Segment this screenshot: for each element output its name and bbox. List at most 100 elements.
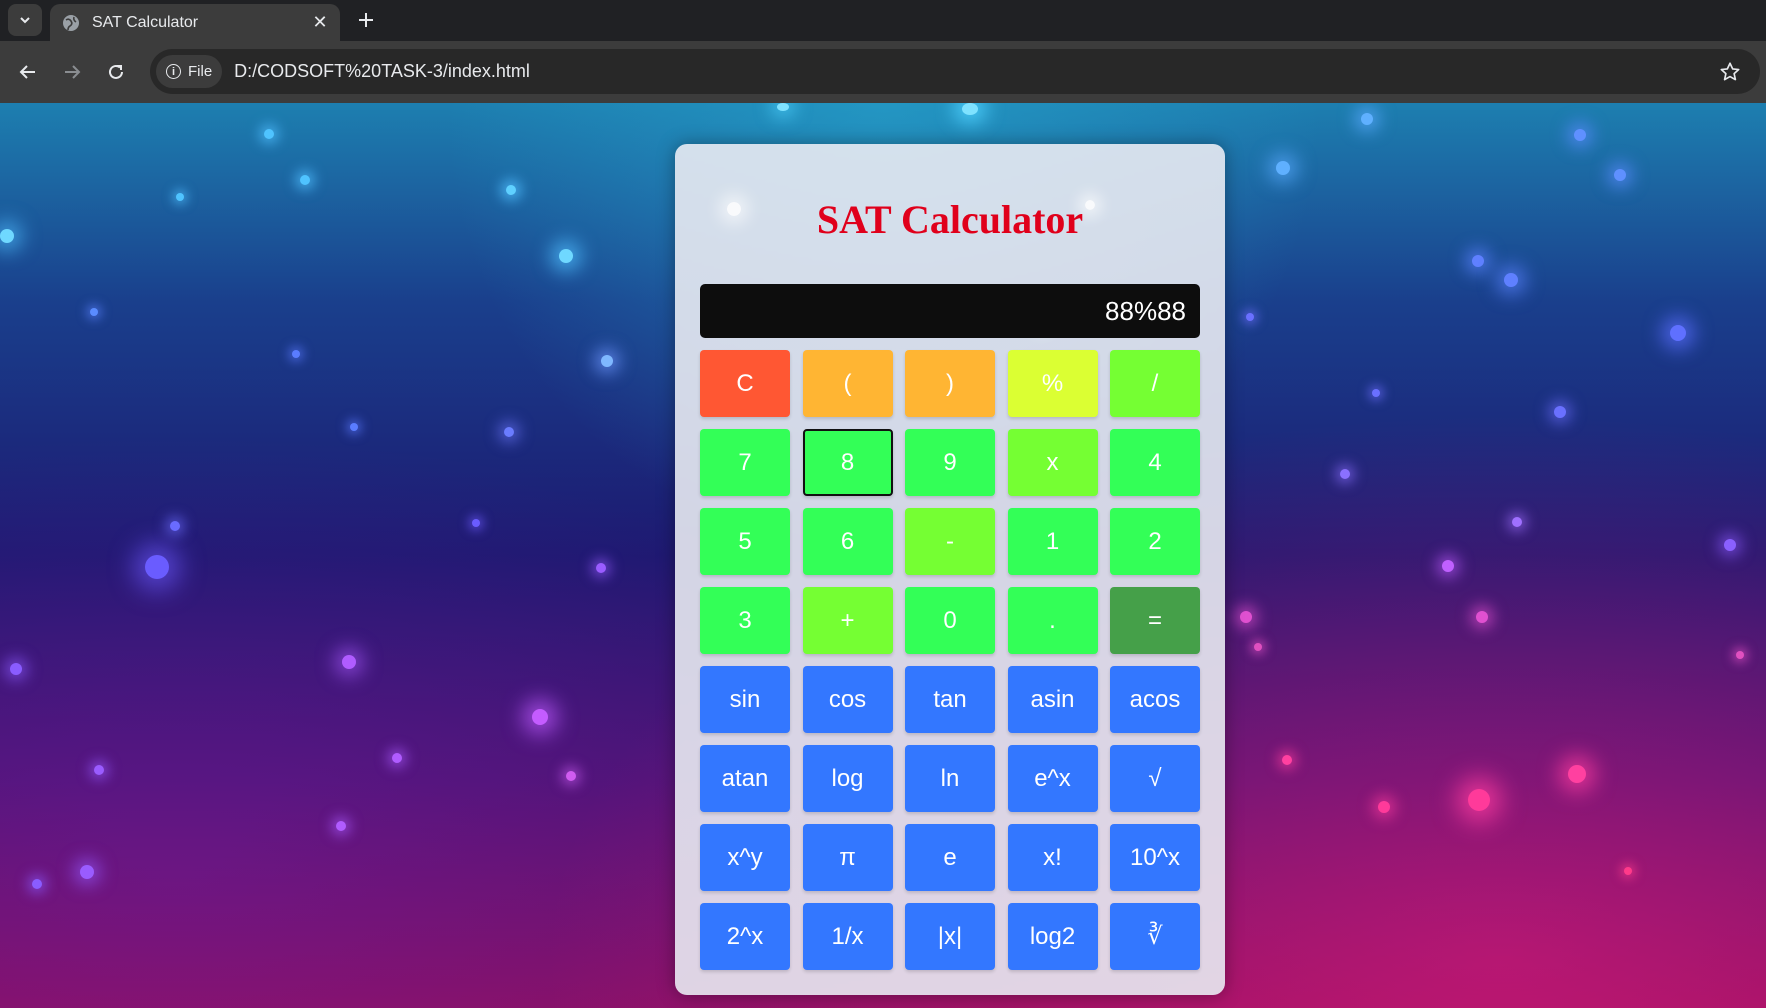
browser-toolbar: i File D:/CODSOFT%20TASK-3/index.html	[0, 41, 1766, 103]
key-multiply-button[interactable]: x	[1007, 429, 1098, 496]
page-background: SAT Calculator 88%88 C()%/ 7 8 9 x 4 5 6-1 2 3 +0.…	[0, 103, 1766, 1008]
key-sin-button[interactable]: sin	[700, 666, 790, 733]
bokeh-dot	[1568, 765, 1586, 783]
plus-icon	[359, 13, 373, 27]
key-exp-button[interactable]: e^x	[1007, 745, 1098, 812]
key-7-button[interactable]: 7	[700, 429, 790, 496]
address-bar[interactable]: i File D:/CODSOFT%20TASK-3/index.html	[150, 49, 1760, 94]
site-info-chip[interactable]: i File	[156, 55, 223, 88]
key-atan-button[interactable]: atan	[700, 745, 790, 812]
key-close-paren-button[interactable]: )	[905, 350, 995, 417]
bokeh-dot	[1254, 643, 1262, 651]
bokeh-dot	[559, 249, 573, 263]
key-power-button[interactable]: x^y	[700, 824, 790, 891]
bokeh-dot	[264, 129, 274, 139]
bokeh-dot	[1442, 560, 1454, 572]
bokeh-dot	[1240, 611, 1252, 623]
bokeh-dot	[601, 355, 613, 367]
bokeh-dot	[777, 103, 789, 111]
key-2-button[interactable]: 2	[1110, 508, 1200, 575]
bokeh-dot	[1624, 867, 1632, 875]
key-cube-root-button[interactable]: ∛	[1110, 903, 1200, 970]
tab-list-button[interactable]	[8, 4, 42, 36]
forward-button[interactable]	[56, 56, 88, 88]
bokeh-dot	[1736, 651, 1744, 659]
key-subtract-button[interactable]: -	[905, 508, 995, 575]
url-text[interactable]: D:/CODSOFT%20TASK-3/index.html	[234, 61, 1718, 82]
bokeh-dot	[336, 821, 346, 831]
key-factorial-button[interactable]: x!	[1007, 824, 1098, 891]
star-icon[interactable]	[1718, 60, 1742, 84]
key-log-button[interactable]: log	[802, 745, 893, 812]
browser-tab[interactable]: SAT Calculator ✕	[50, 4, 340, 41]
bokeh-dot	[1614, 169, 1626, 181]
bokeh-dot	[1340, 469, 1350, 479]
close-icon[interactable]: ✕	[310, 12, 330, 33]
bokeh-dot	[10, 663, 22, 675]
key-4-button[interactable]: 4	[1110, 429, 1200, 496]
key-equals-button[interactable]: =	[1110, 587, 1200, 654]
key-8-button[interactable]: 8	[802, 429, 893, 496]
bokeh-dot	[80, 865, 94, 879]
site-chip-label: File	[188, 63, 213, 80]
reload-button[interactable]	[100, 56, 132, 88]
bokeh-dot	[472, 519, 480, 527]
bokeh-dot	[1504, 273, 1518, 287]
bokeh-dot	[90, 308, 98, 316]
key-open-paren-button[interactable]: (	[802, 350, 893, 417]
key-reciprocal-button[interactable]: 1/x	[802, 903, 893, 970]
key-two-power-button[interactable]: 2^x	[700, 903, 790, 970]
key-ln-button[interactable]: ln	[905, 745, 995, 812]
bokeh-dot	[1378, 801, 1390, 813]
key-cos-button[interactable]: cos	[802, 666, 893, 733]
key-absolute-button[interactable]: |x|	[905, 903, 995, 970]
bokeh-dot	[1276, 161, 1290, 175]
key-clear-button[interactable]: C	[700, 350, 790, 417]
chevron-down-icon	[20, 17, 30, 24]
bokeh-dot	[170, 521, 180, 531]
globe-icon	[62, 14, 80, 32]
bokeh-dot	[1476, 611, 1488, 623]
bokeh-dot	[350, 423, 358, 431]
key-e-button[interactable]: e	[905, 824, 995, 891]
key-add-button[interactable]: +	[802, 587, 893, 654]
key-9-button[interactable]: 9	[905, 429, 995, 496]
bokeh-dot	[342, 655, 356, 669]
back-button[interactable]	[12, 56, 44, 88]
bokeh-dot	[1246, 313, 1254, 321]
key-asin-button[interactable]: asin	[1007, 666, 1098, 733]
key-sqrt-button[interactable]: √	[1110, 745, 1200, 812]
bokeh-dot	[1472, 255, 1484, 267]
bokeh-dot	[94, 765, 104, 775]
key-0-button[interactable]: 0	[905, 587, 995, 654]
key-5-button[interactable]: 5	[700, 508, 790, 575]
key-6-button[interactable]: 6	[802, 508, 893, 575]
new-tab-button[interactable]	[352, 6, 380, 34]
key-divide-button[interactable]: /	[1110, 350, 1200, 417]
calculator-card: SAT Calculator 88%88 C()%/ 7 8 9 x 4 5 6-1 2 3 +0.…	[675, 144, 1225, 995]
key-acos-button[interactable]: acos	[1110, 666, 1200, 733]
bokeh-dot	[300, 175, 310, 185]
key-3-button[interactable]: 3	[700, 587, 790, 654]
bokeh-dot	[0, 229, 14, 243]
key-1-button[interactable]: 1	[1007, 508, 1098, 575]
key-log2-button[interactable]: log2	[1007, 903, 1098, 970]
bokeh-dot	[176, 193, 184, 201]
key-pi-button[interactable]: π	[802, 824, 893, 891]
bokeh-dot	[32, 879, 42, 889]
tab-strip: SAT Calculator ✕	[0, 0, 1766, 41]
bokeh-dot	[506, 185, 516, 195]
bokeh-dot	[1282, 755, 1292, 765]
calculator-title: SAT Calculator	[816, 197, 1084, 242]
bokeh-dot	[292, 350, 300, 358]
key-decimal-button[interactable]: .	[1007, 587, 1098, 654]
bokeh-dot	[1361, 113, 1373, 125]
bokeh-dot	[1554, 406, 1566, 418]
bokeh-dot	[532, 709, 548, 725]
bokeh-dot	[1372, 389, 1380, 397]
key-percent-button[interactable]: %	[1007, 350, 1098, 417]
bokeh-dot	[1468, 789, 1490, 811]
key-ten-power-button[interactable]: 10^x	[1110, 824, 1200, 891]
key-tan-button[interactable]: tan	[905, 666, 995, 733]
keypad: C()%/ 7 8 9 x 4 5 6-1 2 3 +0. = sin cos tan asin acos ata…	[700, 350, 1200, 970]
